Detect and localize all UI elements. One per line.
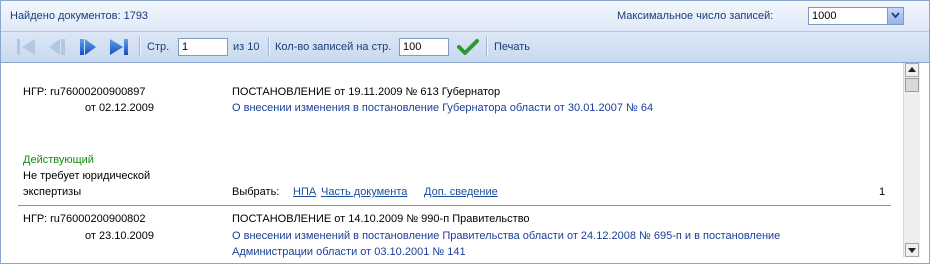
max-records-select[interactable]: 1000 (808, 7, 904, 25)
results-header: Найдено документов: 1793 Максимальное чи… (1, 1, 929, 32)
print-button[interactable]: Печать (494, 41, 530, 53)
record-title: ПОСТАНОВЛЕНИЕ от 14.10.2009 № 990-п Прав… (232, 213, 530, 225)
link-document-part[interactable]: Часть документа (321, 186, 407, 198)
record-ngr: НГР: ru76000200900802 (23, 213, 146, 225)
max-records-value: 1000 (812, 10, 837, 22)
record-expertise-cont: экспертизы (23, 186, 82, 198)
results-list: НГР: ru76000200900897 от 02.12.2009 ПОСТ… (1, 63, 903, 263)
record-number: 1 (879, 186, 886, 198)
prev-page-icon[interactable] (46, 36, 68, 58)
last-page-icon[interactable] (108, 36, 130, 58)
record-subject[interactable]: О внесении изменений в постановление Пра… (232, 230, 780, 242)
toolbar-separator (139, 37, 141, 57)
record-date: от 23.10.2009 (85, 230, 155, 242)
next-page-icon[interactable] (77, 36, 99, 58)
record-ngr: НГР: ru76000200900897 (23, 86, 146, 98)
pagination-toolbar: Стр. из 10 Кол-во записей на стр. Печать (1, 32, 929, 63)
max-records-label: Максимальное число записей: (617, 10, 774, 22)
record-subject[interactable]: О внесении изменения в постановление Губ… (232, 102, 653, 114)
panel-margin (920, 63, 929, 263)
record-expertise: Не требует юридической (23, 170, 151, 182)
first-page-icon[interactable] (15, 36, 37, 58)
scroll-down-button[interactable] (905, 243, 919, 257)
document-list-panel: Найдено документов: 1793 Максимальное чи… (0, 0, 930, 264)
toolbar-separator (268, 37, 270, 57)
choose-label: Выбрать: (232, 186, 280, 198)
per-page-label: Кол-во записей на стр. (275, 41, 392, 53)
link-additional-info[interactable]: Доп. сведение (424, 186, 498, 198)
scroll-up-button[interactable] (905, 63, 919, 77)
page-label: Стр. (147, 41, 170, 53)
vertical-scrollbar[interactable] (903, 63, 920, 257)
per-page-input[interactable] (399, 38, 449, 56)
record-status: Действующий (23, 154, 94, 166)
row-divider (18, 205, 891, 206)
checkmark-icon[interactable] (457, 38, 479, 56)
record-subject-cont[interactable]: Администрации области от 03.10.2001 № 14… (232, 246, 466, 258)
record-date: от 02.12.2009 (85, 102, 155, 114)
found-count: Найдено документов: 1793 (10, 10, 149, 22)
link-npa[interactable]: НПА (293, 186, 316, 198)
chevron-down-icon[interactable] (887, 8, 903, 24)
page-of-label: из 10 (233, 41, 260, 53)
record-title: ПОСТАНОВЛЕНИЕ от 19.11.2009 № 613 Губерн… (232, 86, 501, 98)
scrollbar-thumb[interactable] (905, 78, 919, 92)
toolbar-separator (486, 37, 488, 57)
page-input[interactable] (178, 38, 228, 56)
